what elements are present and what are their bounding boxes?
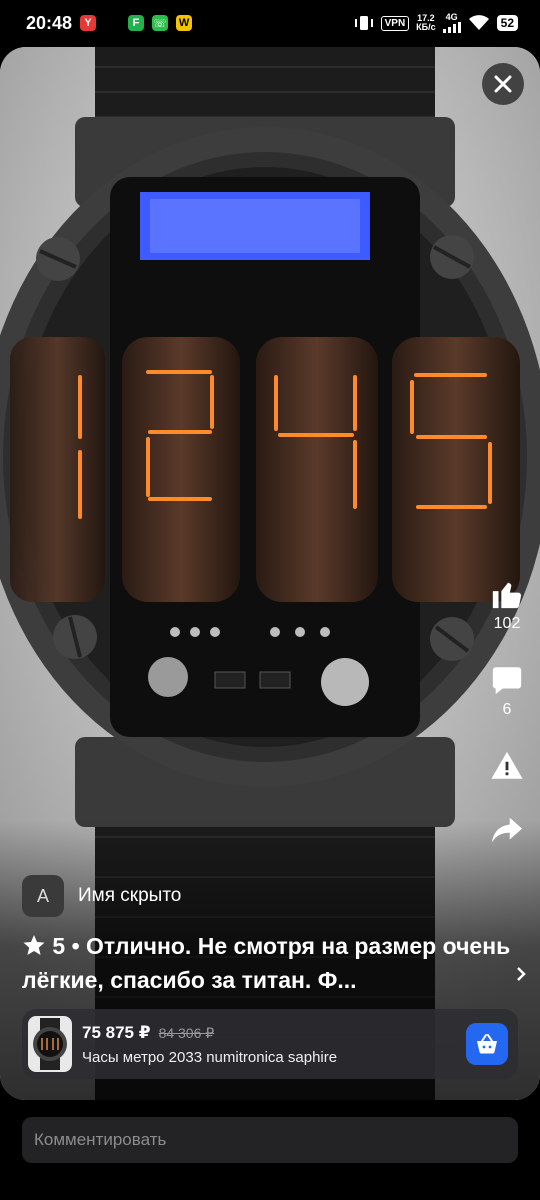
screen: 20:48 Y F ☏ W VPN 17.2 КБ/с 4G 52 102 6 … (0, 0, 540, 1200)
signal-icon: 4G (442, 13, 461, 33)
chevron-right-icon[interactable] (514, 965, 528, 983)
like-button[interactable]: 102 (490, 577, 524, 633)
status-bar: 20:48 Y F ☏ W VPN 17.2 КБ/с 4G 52 (0, 0, 540, 46)
product-old-price: 84 306 ₽ (158, 1024, 215, 1041)
battery-icon: 52 (496, 15, 518, 31)
product-price: 75 875 ₽ (82, 1022, 151, 1042)
product-name: Часы метро 2033 numitronica saphire (82, 1048, 338, 1066)
comment-icon (492, 667, 522, 695)
wb-app-icon: W (176, 15, 193, 31)
rating-value: 5 (52, 933, 66, 959)
wifi-icon (468, 15, 489, 30)
product-thumbnail (28, 1016, 72, 1072)
avatar: А (22, 875, 64, 917)
comments-button[interactable]: 6 (490, 663, 524, 719)
comment-count: 6 (502, 701, 512, 718)
close-icon (494, 75, 512, 93)
add-to-cart-button[interactable] (466, 1023, 508, 1065)
yandex-app-icon: Y (80, 15, 97, 31)
net-speed: 17.2 КБ/с (416, 13, 436, 32)
phone-app-icon: ☏ (152, 15, 169, 31)
app-notification-icon: F (128, 15, 145, 31)
share-button[interactable] (490, 815, 524, 845)
vpn-badge: VPN (380, 15, 410, 31)
share-icon (492, 817, 522, 843)
review-text-block[interactable]: 5 • Отлично. Не смотря на размер очень л… (22, 929, 512, 997)
comment-field[interactable] (22, 1117, 518, 1163)
review-author[interactable]: А Имя скрыто (22, 875, 181, 917)
review-photo-card[interactable]: 102 6 А Имя скрыто 5 • Отлично. Не смотр… (0, 47, 540, 1100)
product-card[interactable]: 75 875 ₽ 84 306 ₽ Часы метро 2033 numitr… (22, 1009, 518, 1079)
thumbs-up-icon (492, 582, 522, 609)
close-button[interactable] (482, 63, 524, 105)
star-icon (23, 935, 45, 955)
like-count: 102 (493, 615, 521, 632)
report-button[interactable] (490, 749, 524, 783)
warning-icon (491, 751, 523, 779)
basket-icon (477, 1034, 497, 1054)
author-name: Имя скрыто (78, 885, 182, 906)
vibrate-icon (354, 16, 373, 30)
review-text: Отлично. Не смотря на размер очень лёгки… (22, 933, 511, 993)
comment-input[interactable] (34, 1130, 506, 1150)
action-column: 102 6 (482, 577, 532, 855)
status-time: 20:48 (26, 12, 73, 33)
